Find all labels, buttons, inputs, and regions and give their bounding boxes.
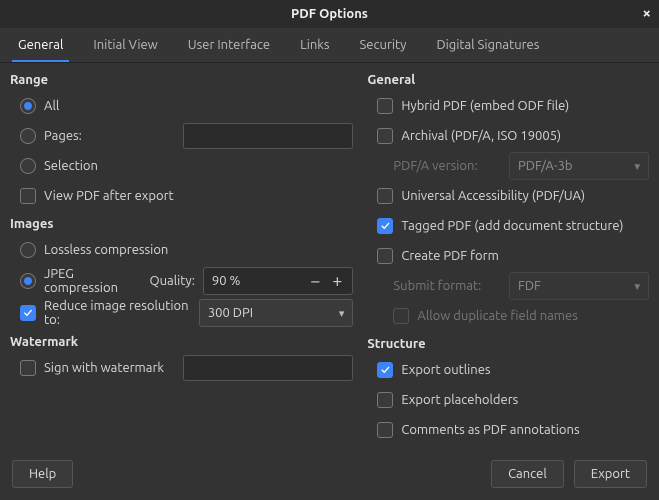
radio-lossless[interactable] [20, 242, 36, 258]
minus-icon[interactable]: − [304, 271, 326, 291]
label-sign-watermark: Sign with watermark [44, 361, 164, 375]
cancel-button[interactable]: Cancel [491, 460, 564, 488]
chevron-down-icon: ▾ [634, 280, 640, 293]
tab-digital-signatures[interactable]: Digital Signatures [430, 32, 545, 62]
tab-general[interactable]: General [12, 32, 69, 62]
label-pages: Pages: [44, 129, 82, 143]
quality-value: 90 % [212, 274, 304, 288]
label-tagged-pdf: Tagged PDF (add document structure) [401, 219, 623, 233]
watermark-title: Watermark [10, 335, 353, 349]
resolution-value: 300 DPI [208, 306, 253, 320]
label-reduce-resolution: Reduce image resolution to: [44, 299, 191, 327]
label-export-outlines: Export outlines [401, 363, 490, 377]
resolution-combo[interactable]: 300 DPI ▾ [199, 299, 354, 327]
export-button[interactable]: Export [574, 460, 647, 488]
footer: Help Cancel Export [0, 452, 659, 500]
radio-pages[interactable] [20, 128, 36, 144]
label-comments-annotations: Comments as PDF annotations [401, 423, 579, 437]
right-column: General Hybrid PDF (embed ODF file) Arch… [367, 69, 649, 450]
tab-security[interactable]: Security [354, 32, 413, 62]
label-selection: Selection [44, 159, 98, 173]
tab-bar: General Initial View User Interface Link… [0, 28, 659, 63]
structure-title: Structure [367, 337, 649, 351]
label-lossless: Lossless compression [44, 243, 168, 257]
left-column: Range All Pages: Selection View PDF afte… [10, 69, 353, 450]
range-title: Range [10, 73, 353, 87]
label-duplicate-fields: Allow duplicate field names [417, 309, 577, 323]
check-sign-watermark[interactable] [20, 360, 36, 376]
close-icon[interactable]: × [643, 4, 651, 21]
label-export-placeholders: Export placeholders [401, 393, 518, 407]
label-archival: Archival (PDF/A, ISO 19005) [401, 129, 561, 143]
check-universal-accessibility[interactable] [377, 188, 393, 204]
check-comments-annotations[interactable] [377, 422, 393, 438]
tab-initial-view[interactable]: Initial View [87, 32, 163, 62]
check-hybrid[interactable] [377, 98, 393, 114]
submit-combo: FDF ▾ [509, 272, 649, 300]
check-duplicate-fields [393, 308, 409, 324]
chevron-down-icon: ▾ [634, 160, 640, 173]
label-quality: Quality: [150, 274, 195, 288]
label-jpeg: JPEG compression [44, 267, 138, 295]
window-title: PDF Options [291, 7, 368, 21]
check-export-placeholders[interactable] [377, 392, 393, 408]
quality-spinner[interactable]: 90 % − + [203, 267, 353, 295]
label-hybrid: Hybrid PDF (embed ODF file) [401, 99, 569, 113]
titlebar: PDF Options × [0, 0, 659, 28]
check-export-outlines[interactable] [377, 362, 393, 378]
label-pdfa-version: PDF/A version: [393, 159, 477, 173]
check-view-after[interactable] [20, 188, 36, 204]
radio-all[interactable] [20, 98, 36, 114]
label-create-form: Create PDF form [401, 249, 498, 263]
check-create-form[interactable] [377, 248, 393, 264]
pdfa-value: PDF/A-3b [518, 159, 573, 173]
check-tagged-pdf[interactable] [377, 218, 393, 234]
check-reduce-resolution[interactable] [20, 305, 36, 321]
plus-icon[interactable]: + [326, 271, 348, 291]
label-all: All [44, 99, 59, 113]
chevron-down-icon: ▾ [339, 307, 345, 320]
help-button[interactable]: Help [12, 460, 73, 488]
tab-user-interface[interactable]: User Interface [182, 32, 276, 62]
images-title: Images [10, 217, 353, 231]
general-title: General [367, 73, 649, 87]
label-universal-accessibility: Universal Accessibility (PDF/UA) [401, 189, 585, 203]
label-submit-format: Submit format: [393, 279, 481, 293]
pages-input[interactable] [183, 123, 353, 149]
watermark-input[interactable] [183, 355, 353, 381]
submit-value: FDF [518, 279, 541, 293]
label-view-after: View PDF after export [44, 189, 174, 203]
tab-links[interactable]: Links [294, 32, 335, 62]
pdfa-combo: PDF/A-3b ▾ [509, 152, 649, 180]
check-archival[interactable] [377, 128, 393, 144]
radio-selection[interactable] [20, 158, 36, 174]
radio-jpeg[interactable] [20, 273, 36, 289]
